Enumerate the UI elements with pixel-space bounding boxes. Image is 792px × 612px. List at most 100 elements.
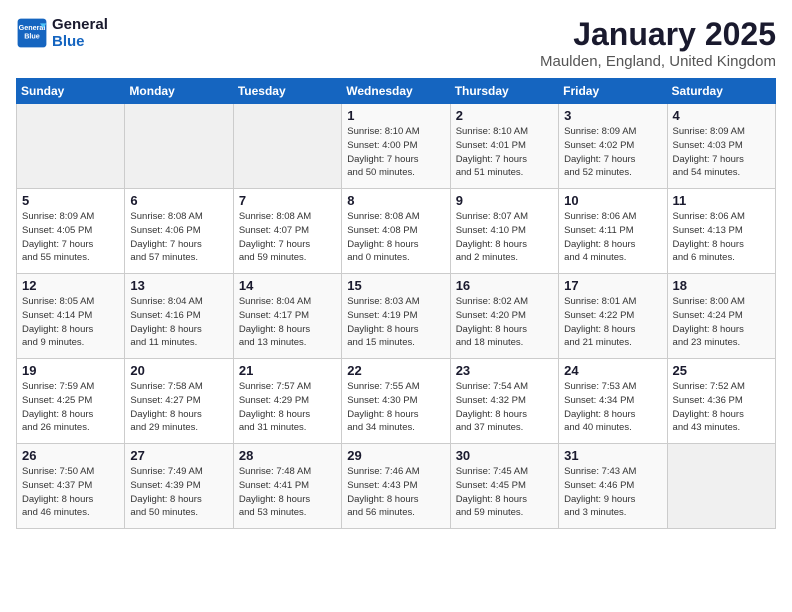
day-number: 16 (456, 278, 553, 293)
day-header-sunday: Sunday (17, 79, 125, 104)
day-header-tuesday: Tuesday (233, 79, 341, 104)
day-cell (17, 104, 125, 189)
week-row-1: 1 Sunrise: 8:10 AM Sunset: 4:00 PM Daylig… (17, 104, 776, 189)
day-cell: 21Sunrise: 7:57 AM Sunset: 4:29 PM Dayli… (233, 359, 341, 444)
day-number: 27 (130, 448, 227, 463)
day-header-monday: Monday (125, 79, 233, 104)
day-info: Sunrise: 7:58 AM Sunset: 4:27 PM Dayligh… (130, 380, 227, 435)
day-info: Sunrise: 8:04 AM Sunset: 4:16 PM Dayligh… (130, 295, 227, 350)
day-cell: 23Sunrise: 7:54 AM Sunset: 4:32 PM Dayli… (450, 359, 558, 444)
day-cell: 3 Sunrise: 8:09 AM Sunset: 4:02 PM Daylig… (559, 104, 667, 189)
week-row-3: 12Sunrise: 8:05 AM Sunset: 4:14 PM Dayli… (17, 274, 776, 359)
day-number: 2 (456, 108, 553, 123)
logo-text: General Blue (52, 16, 108, 50)
title-block: January 2025 Maulden, England, United Ki… (540, 16, 776, 70)
day-info: Sunrise: 8:05 AM Sunset: 4:14 PM Dayligh… (22, 295, 119, 350)
logo: General Blue General Blue (16, 16, 108, 50)
day-cell: 22 Sunrise: 7:55 AM Sunset: 4:30 PM Dayli… (342, 359, 450, 444)
day-number: 1 (347, 108, 444, 123)
day-number: 8 (347, 193, 444, 208)
day-number: 10 (564, 193, 661, 208)
day-cell: 12Sunrise: 8:05 AM Sunset: 4:14 PM Dayli… (17, 274, 125, 359)
day-cell: 9Sunrise: 8:07 AM Sunset: 4:10 PM Daylig… (450, 189, 558, 274)
day-number: 17 (564, 278, 661, 293)
day-number: 14 (239, 278, 336, 293)
day-cell: 8 Sunrise: 8:08 AM Sunset: 4:08 PM Daylig… (342, 189, 450, 274)
day-number: 6 (130, 193, 227, 208)
day-info: Sunrise: 8:01 AM Sunset: 4:22 PM Dayligh… (564, 295, 661, 350)
day-number: 7 (239, 193, 336, 208)
day-info: Sunrise: 7:55 AM Sunset: 4:30 PM Dayligh… (347, 380, 444, 435)
day-number: 15 (347, 278, 444, 293)
day-cell (125, 104, 233, 189)
day-cell: 30Sunrise: 7:45 AM Sunset: 4:45 PM Dayli… (450, 444, 558, 529)
day-info: Sunrise: 7:46 AM Sunset: 4:43 PM Dayligh… (347, 465, 444, 520)
page-header: General Blue General Blue January 2025 M… (16, 16, 776, 70)
day-info: Sunrise: 8:06 AM Sunset: 4:13 PM Dayligh… (673, 210, 770, 265)
logo-icon: General Blue (16, 17, 48, 49)
day-number: 3 (564, 108, 661, 123)
day-cell: 13 Sunrise: 8:04 AM Sunset: 4:16 PM Dayli… (125, 274, 233, 359)
day-info: Sunrise: 8:04 AM Sunset: 4:17 PM Dayligh… (239, 295, 336, 350)
day-cell: 29 Sunrise: 7:46 AM Sunset: 4:43 PM Dayli… (342, 444, 450, 529)
day-header-saturday: Saturday (667, 79, 775, 104)
day-info: Sunrise: 7:53 AM Sunset: 4:34 PM Dayligh… (564, 380, 661, 435)
day-info: Sunrise: 8:10 AM Sunset: 4:00 PM Dayligh… (347, 125, 444, 180)
day-cell: 26Sunrise: 7:50 AM Sunset: 4:37 PM Dayli… (17, 444, 125, 529)
day-number: 31 (564, 448, 661, 463)
day-cell: 7Sunrise: 8:08 AM Sunset: 4:07 PM Daylig… (233, 189, 341, 274)
day-number: 4 (673, 108, 770, 123)
day-cell: 24 Sunrise: 7:53 AM Sunset: 4:34 PM Dayli… (559, 359, 667, 444)
day-cell: 31 Sunrise: 7:43 AM Sunset: 4:46 PM Dayli… (559, 444, 667, 529)
day-cell (667, 444, 775, 529)
svg-text:Blue: Blue (24, 32, 40, 41)
day-number: 22 (347, 363, 444, 378)
day-cell: 5Sunrise: 8:09 AM Sunset: 4:05 PM Daylig… (17, 189, 125, 274)
day-number: 23 (456, 363, 553, 378)
day-info: Sunrise: 8:10 AM Sunset: 4:01 PM Dayligh… (456, 125, 553, 180)
day-cell: 27 Sunrise: 7:49 AM Sunset: 4:39 PM Dayli… (125, 444, 233, 529)
day-cell: 18Sunrise: 8:00 AM Sunset: 4:24 PM Dayli… (667, 274, 775, 359)
day-info: Sunrise: 7:49 AM Sunset: 4:39 PM Dayligh… (130, 465, 227, 520)
day-header-thursday: Thursday (450, 79, 558, 104)
day-cell: 2 Sunrise: 8:10 AM Sunset: 4:01 PM Daylig… (450, 104, 558, 189)
day-number: 20 (130, 363, 227, 378)
day-number: 29 (347, 448, 444, 463)
day-cell: 25 Sunrise: 7:52 AM Sunset: 4:36 PM Dayli… (667, 359, 775, 444)
day-cell: 15Sunrise: 8:03 AM Sunset: 4:19 PM Dayli… (342, 274, 450, 359)
day-number: 25 (673, 363, 770, 378)
day-info: Sunrise: 7:52 AM Sunset: 4:36 PM Dayligh… (673, 380, 770, 435)
week-row-2: 5Sunrise: 8:09 AM Sunset: 4:05 PM Daylig… (17, 189, 776, 274)
day-number: 30 (456, 448, 553, 463)
day-cell: 14 Sunrise: 8:04 AM Sunset: 4:17 PM Dayli… (233, 274, 341, 359)
day-number: 13 (130, 278, 227, 293)
day-info: Sunrise: 7:43 AM Sunset: 4:46 PM Dayligh… (564, 465, 661, 520)
week-row-5: 26Sunrise: 7:50 AM Sunset: 4:37 PM Dayli… (17, 444, 776, 529)
day-number: 18 (673, 278, 770, 293)
day-cell: 10 Sunrise: 8:06 AM Sunset: 4:11 PM Dayli… (559, 189, 667, 274)
day-number: 21 (239, 363, 336, 378)
day-info: Sunrise: 7:59 AM Sunset: 4:25 PM Dayligh… (22, 380, 119, 435)
day-number: 19 (22, 363, 119, 378)
day-cell: 20 Sunrise: 7:58 AM Sunset: 4:27 PM Dayli… (125, 359, 233, 444)
day-number: 9 (456, 193, 553, 208)
day-info: Sunrise: 8:06 AM Sunset: 4:11 PM Dayligh… (564, 210, 661, 265)
day-number: 24 (564, 363, 661, 378)
day-number: 11 (673, 193, 770, 208)
day-cell: 11 Sunrise: 8:06 AM Sunset: 4:13 PM Dayli… (667, 189, 775, 274)
day-cell: 6 Sunrise: 8:08 AM Sunset: 4:06 PM Daylig… (125, 189, 233, 274)
day-cell: 19 Sunrise: 7:59 AM Sunset: 4:25 PM Dayli… (17, 359, 125, 444)
day-cell (233, 104, 341, 189)
day-info: Sunrise: 8:09 AM Sunset: 4:05 PM Dayligh… (22, 210, 119, 265)
day-info: Sunrise: 8:09 AM Sunset: 4:02 PM Dayligh… (564, 125, 661, 180)
day-number: 28 (239, 448, 336, 463)
day-info: Sunrise: 8:08 AM Sunset: 4:06 PM Dayligh… (130, 210, 227, 265)
day-cell: 4Sunrise: 8:09 AM Sunset: 4:03 PM Daylig… (667, 104, 775, 189)
week-row-4: 19 Sunrise: 7:59 AM Sunset: 4:25 PM Dayli… (17, 359, 776, 444)
day-header-wednesday: Wednesday (342, 79, 450, 104)
day-info: Sunrise: 8:02 AM Sunset: 4:20 PM Dayligh… (456, 295, 553, 350)
day-info: Sunrise: 7:48 AM Sunset: 4:41 PM Dayligh… (239, 465, 336, 520)
day-cell: 16 Sunrise: 8:02 AM Sunset: 4:20 PM Dayli… (450, 274, 558, 359)
calendar-title: January 2025 (540, 16, 776, 53)
day-info: Sunrise: 8:08 AM Sunset: 4:08 PM Dayligh… (347, 210, 444, 265)
